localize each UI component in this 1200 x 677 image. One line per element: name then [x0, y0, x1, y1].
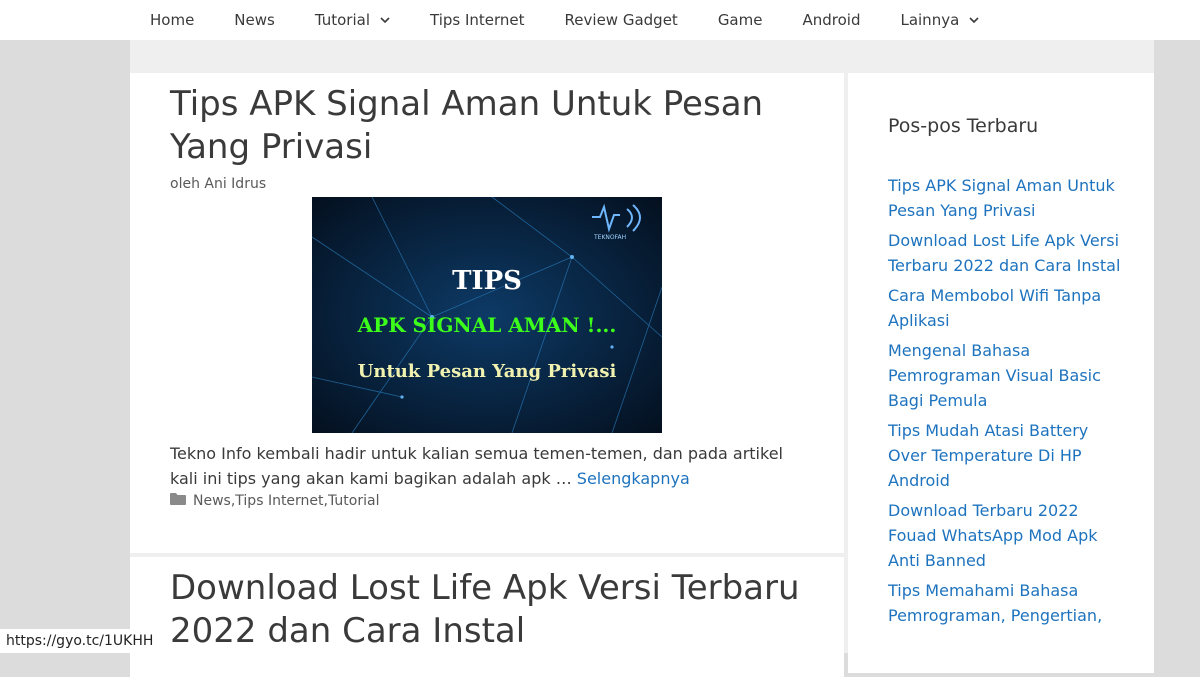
read-more-link[interactable]: Selengkapnya: [577, 469, 690, 488]
article-categories: News , Tips Internet , Tutorial: [170, 493, 379, 509]
nav-item-label: Lainnya: [900, 11, 960, 29]
nav-item-label: Game: [717, 11, 763, 29]
recent-posts-list: Tips APK Signal Aman Untuk Pesan Yang Pr…: [888, 173, 1128, 633]
widget-title: Pos-pos Terbaru: [888, 115, 1039, 137]
recent-post-link[interactable]: Download Terbaru 2022 Fouad WhatsApp Mod…: [888, 498, 1128, 573]
article-title-link[interactable]: Download Lost Life Apk Versi Terbaru 202…: [170, 567, 810, 653]
category-link-news[interactable]: News: [193, 493, 231, 509]
chevron-down-icon: [380, 16, 390, 24]
thumbnail-image: TEKNOFAH TIPS APK SIGNAL AMAN !... Untuk…: [312, 197, 662, 433]
thumbnail-line3: Untuk Pesan Yang Privasi: [358, 361, 617, 382]
nav-menu: Home News Tutorial Tips Internet Review …: [130, 0, 999, 40]
article-excerpt: Tekno Info kembali hadir untuk kalian se…: [170, 441, 810, 491]
nav-item-label: Tips Internet: [430, 11, 525, 29]
nav-item-android[interactable]: Android: [782, 0, 880, 40]
nav-item-tips-internet[interactable]: Tips Internet: [410, 0, 545, 40]
nav-item-home[interactable]: Home: [130, 0, 214, 40]
chevron-down-icon: [969, 16, 979, 24]
nav-item-review-gadget[interactable]: Review Gadget: [545, 0, 698, 40]
article-thumbnail[interactable]: TEKNOFAH TIPS APK SIGNAL AMAN !... Untuk…: [312, 197, 662, 433]
recent-post-link[interactable]: Tips APK Signal Aman Untuk Pesan Yang Pr…: [888, 173, 1128, 223]
category-link-tips-internet[interactable]: Tips Internet: [235, 493, 323, 509]
folder-icon: [170, 493, 186, 509]
logo-text: TEKNOFAH: [593, 234, 626, 241]
nav-item-label: Tutorial: [314, 11, 370, 29]
recent-post-link[interactable]: Tips Mudah Atasi Battery Over Temperatur…: [888, 418, 1128, 493]
recent-post-link[interactable]: Download Lost Life Apk Versi Terbaru 202…: [888, 228, 1128, 278]
top-navigation: Home News Tutorial Tips Internet Review …: [0, 0, 1200, 40]
nav-item-lainnya[interactable]: Lainnya: [880, 0, 999, 40]
nav-item-label: Android: [802, 11, 861, 29]
page-content: Tips APK Signal Aman Untuk Pesan Yang Pr…: [130, 40, 1154, 677]
recent-post-link[interactable]: Mengenal Bahasa Pemrograman Visual Basic…: [888, 338, 1128, 413]
recent-post-link[interactable]: Cara Membobol Wifi Tanpa Aplikasi: [888, 283, 1128, 333]
thumbnail-line1: TIPS: [452, 266, 522, 296]
nav-item-label: News: [234, 11, 275, 29]
thumbnail-line2: APK SIGNAL AMAN !...: [357, 313, 617, 337]
nav-item-label: Review Gadget: [564, 11, 678, 29]
category-link-tutorial[interactable]: Tutorial: [328, 493, 379, 509]
article-title-link[interactable]: Tips APK Signal Aman Untuk Pesan Yang Pr…: [170, 83, 810, 169]
recent-post-link[interactable]: Tips Memahami Bahasa Pemrograman, Penger…: [888, 578, 1128, 628]
nav-item-game[interactable]: Game: [698, 0, 783, 40]
article-byline: oleh Ani Idrus: [170, 176, 267, 192]
nav-item-tutorial[interactable]: Tutorial: [295, 0, 410, 40]
nav-item-label: Home: [150, 11, 195, 29]
nav-item-news[interactable]: News: [214, 0, 295, 40]
sidebar: Pos-pos Terbaru Tips APK Signal Aman Unt…: [848, 73, 1154, 673]
article-card: Download Lost Life Apk Versi Terbaru 202…: [130, 557, 844, 677]
excerpt-text: Tekno Info kembali hadir untuk kalian se…: [170, 444, 783, 488]
article-card: Tips APK Signal Aman Untuk Pesan Yang Pr…: [130, 73, 844, 553]
status-bar-url: https://gyo.tc/1UKHH: [0, 629, 162, 653]
